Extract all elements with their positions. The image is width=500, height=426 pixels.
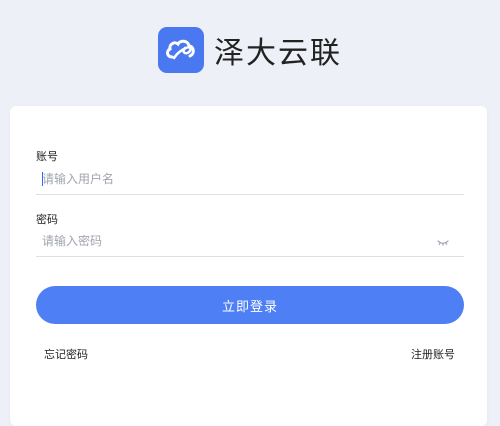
text-caret [42,172,43,186]
app-title: 泽大云联 [214,36,342,71]
login-button[interactable]: 立即登录 [36,286,464,324]
account-label: 账号 [36,150,58,163]
register-link[interactable]: 注册账号 [411,346,455,362]
forgot-password-link[interactable]: 忘记密码 [44,346,88,362]
password-field[interactable] [36,228,464,257]
eye-closed-icon[interactable] [436,234,450,248]
password-label: 密码 [36,213,58,226]
cloud-link-icon [158,27,204,73]
brand-header: 泽大云联 [0,22,500,78]
account-input[interactable] [36,166,422,192]
account-field[interactable] [36,166,464,195]
password-input[interactable] [36,228,422,254]
login-card: 账号 密码 立即登录 忘记密码 注册账号 [10,106,487,426]
